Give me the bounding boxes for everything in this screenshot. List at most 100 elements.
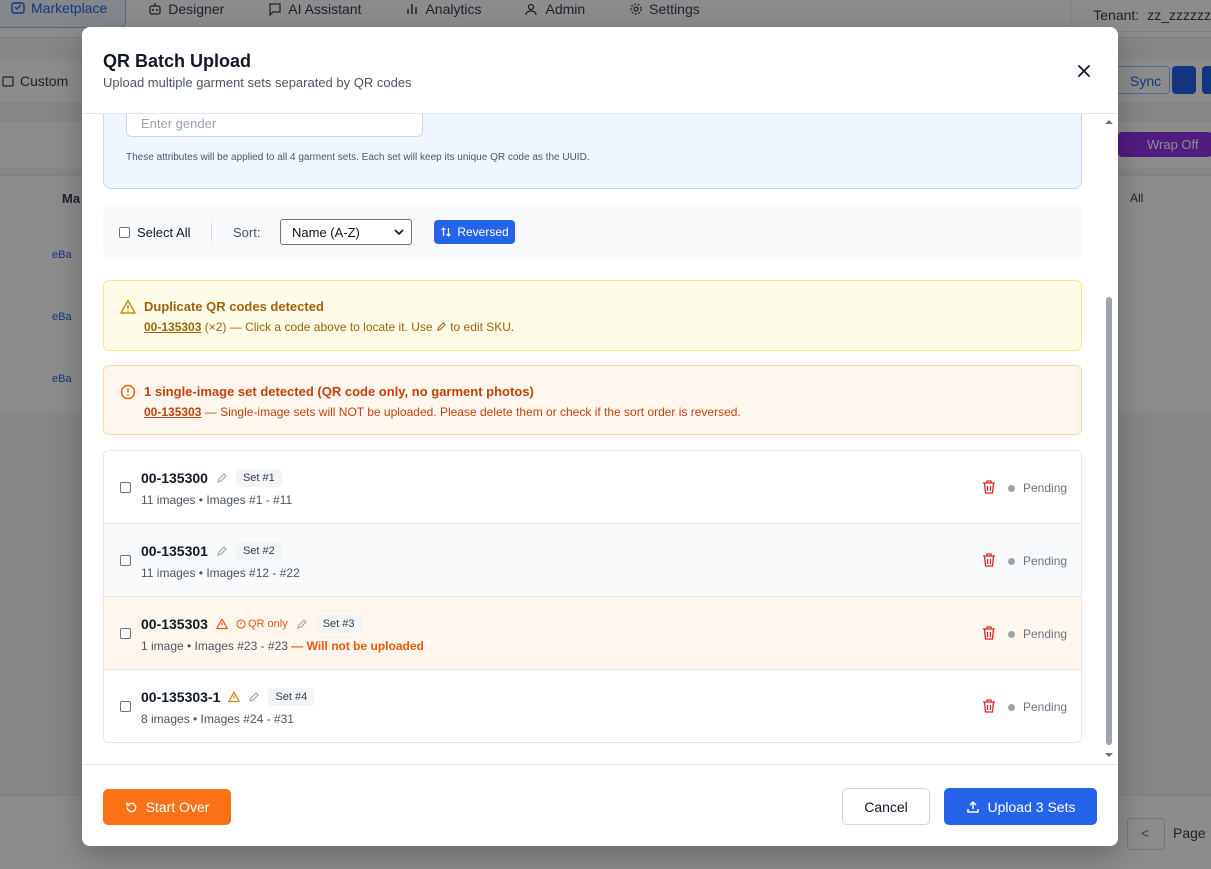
set-code: 00-135301 Set #2 xyxy=(141,542,282,560)
set-number-badge: Set #1 xyxy=(235,469,282,487)
pencil-icon[interactable] xyxy=(216,472,228,484)
start-over-label: Start Over xyxy=(145,799,210,815)
alert-description: 00-135303 — Single-image sets will NOT b… xyxy=(144,405,741,419)
alert-circle-icon xyxy=(236,619,246,629)
list-item[interactable]: 00-135301 Set #2 11 images • Images #12 … xyxy=(104,524,1081,597)
status-badge: Pending xyxy=(1008,554,1067,568)
modal-scrollbar[interactable] xyxy=(1101,114,1115,764)
alert-description: 00-135303 (×2) — Click a code above to l… xyxy=(144,320,514,334)
qr-only-label: QR only xyxy=(247,618,288,630)
garment-set-list: 00-135300 Set #1 11 images • Images #1 -… xyxy=(103,450,1082,743)
status-dot xyxy=(1008,484,1015,492)
select-all-label: Select All xyxy=(137,225,191,240)
set-checkbox[interactable] xyxy=(120,628,131,639)
qr-only-badge: QR only xyxy=(236,618,288,630)
set-sku: 00-135301 xyxy=(141,543,208,559)
trash-icon[interactable] xyxy=(982,698,996,714)
close-button[interactable] xyxy=(1074,61,1094,81)
set-code: 00-135300 Set #1 xyxy=(141,469,282,487)
set-code: 00-135303-1 Set #4 xyxy=(141,688,315,706)
modal-footer: Start Over Cancel Upload 3 Sets xyxy=(82,764,1118,846)
divider xyxy=(211,223,212,241)
status-text: Pending xyxy=(1023,700,1068,714)
set-checkbox[interactable] xyxy=(120,482,131,493)
scroll-up-arrow-icon[interactable] xyxy=(1102,117,1116,127)
set-number-badge: Set #2 xyxy=(235,542,282,560)
set-sku: 00-135303-1 xyxy=(141,689,221,705)
pencil-icon[interactable] xyxy=(248,691,260,703)
set-code: 00-135303 QR only Set #3 xyxy=(141,615,362,633)
not-uploaded-note: — Will not be uploaded xyxy=(291,639,424,653)
status-badge: Pending xyxy=(1008,627,1067,641)
status-dot xyxy=(1008,630,1015,638)
duplicate-count: (×2) xyxy=(204,320,227,334)
modal-title: QR Batch Upload xyxy=(103,51,252,71)
pencil-icon xyxy=(436,322,446,331)
set-number-badge: Set #4 xyxy=(268,688,315,706)
list-item[interactable]: 00-135300 Set #1 11 images • Images #1 -… xyxy=(104,451,1081,524)
set-meta: 11 images • Images #12 - #22 xyxy=(141,566,300,580)
gender-input[interactable] xyxy=(126,114,423,137)
status-dot xyxy=(1008,703,1015,711)
qr-batch-upload-modal: QR Batch Upload Upload multiple garment … xyxy=(82,27,1118,846)
alert-circle-icon xyxy=(120,384,136,400)
swap-vertical-icon xyxy=(441,227,452,237)
close-icon xyxy=(1078,65,1090,77)
pencil-icon[interactable] xyxy=(216,545,228,557)
set-meta-text: 1 image • Images #23 - #23 xyxy=(141,639,288,653)
status-badge: Pending xyxy=(1008,481,1067,495)
set-sku: 00-135303 xyxy=(141,616,208,632)
alert-text: — Click a code above to locate it. Use xyxy=(229,320,433,334)
upload-icon xyxy=(966,800,979,813)
select-all[interactable]: Select All xyxy=(119,225,190,240)
set-meta: 1 image • Images #23 - #23 — Will not be… xyxy=(141,639,424,653)
start-over-button[interactable]: Start Over xyxy=(103,789,231,825)
modal-header: QR Batch Upload Upload multiple garment … xyxy=(82,27,1118,114)
alert-text: to edit SKU. xyxy=(450,320,515,334)
alert-text: — Single-image sets will NOT be uploaded… xyxy=(204,405,741,419)
reversed-label: Reversed xyxy=(457,225,509,239)
cancel-button[interactable]: Cancel xyxy=(842,788,930,825)
warning-triangle-icon xyxy=(120,299,136,314)
rotate-ccw-icon xyxy=(125,801,136,812)
chevron-down-icon xyxy=(394,229,404,236)
trash-icon[interactable] xyxy=(982,552,996,568)
sort-value: Name (A-Z) xyxy=(292,225,360,240)
trash-icon[interactable] xyxy=(982,625,996,641)
modal-subtitle: Upload multiple garment sets separated b… xyxy=(103,75,412,90)
status-text: Pending xyxy=(1023,627,1068,641)
status-dot xyxy=(1008,557,1015,565)
warning-triangle-icon xyxy=(216,618,228,630)
single-image-code-link[interactable]: 00-135303 xyxy=(144,405,201,419)
set-number-badge: Set #3 xyxy=(315,615,362,633)
alert-title: Duplicate QR codes detected xyxy=(144,299,324,314)
upload-button[interactable]: Upload 3 Sets xyxy=(944,788,1097,825)
set-meta: 11 images • Images #1 - #11 xyxy=(141,493,293,507)
upload-label: Upload 3 Sets xyxy=(987,798,1076,815)
set-sku: 00-135300 xyxy=(141,470,208,486)
list-item[interactable]: 00-135303-1 Set #4 8 images • Images #24… xyxy=(104,670,1081,742)
list-item[interactable]: 00-135303 QR only Set #3 1 image • Image… xyxy=(104,597,1081,670)
scroll-down-arrow-icon[interactable] xyxy=(1102,750,1116,760)
pencil-icon[interactable] xyxy=(296,618,308,630)
sort-toolbar: Select All Sort: Name (A-Z) Reversed xyxy=(103,205,1082,259)
scrollbar-thumb[interactable] xyxy=(1106,297,1112,745)
set-checkbox[interactable] xyxy=(120,701,131,712)
trash-icon[interactable] xyxy=(982,479,996,495)
sort-select[interactable]: Name (A-Z) xyxy=(280,219,412,245)
duplicate-code-link[interactable]: 00-135303 xyxy=(144,320,201,334)
attributes-note: These attributes will be applied to all … xyxy=(126,152,590,163)
reversed-toggle-button[interactable]: Reversed xyxy=(434,220,515,244)
status-badge: Pending xyxy=(1008,700,1067,714)
set-checkbox[interactable] xyxy=(120,555,131,566)
select-all-checkbox[interactable] xyxy=(119,227,130,238)
status-text: Pending xyxy=(1023,554,1068,568)
duplicate-qr-alert: Duplicate QR codes detected 00-135303 (×… xyxy=(103,280,1082,351)
set-meta: 8 images • Images #24 - #31 xyxy=(141,712,294,726)
sort-label: Sort: xyxy=(233,225,261,240)
single-image-alert: 1 single-image set detected (QR code onl… xyxy=(103,365,1082,435)
modal-body: These attributes will be applied to all … xyxy=(82,114,1118,764)
alert-title: 1 single-image set detected (QR code onl… xyxy=(144,384,534,399)
shared-attributes-panel: These attributes will be applied to all … xyxy=(103,114,1082,189)
warning-triangle-icon xyxy=(228,691,241,703)
